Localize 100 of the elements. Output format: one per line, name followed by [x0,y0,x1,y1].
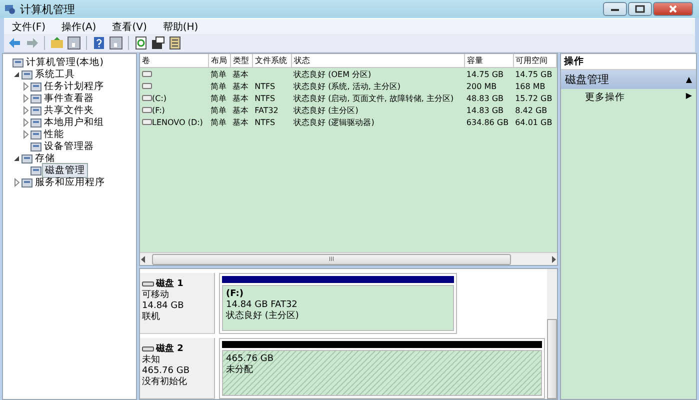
column-header[interactable]: 布局 [208,54,230,68]
menu-item[interactable]: 文件(F) [10,20,48,34]
scrollbar-thumb[interactable] [547,319,557,399]
collapsed-arrow-icon[interactable] [21,130,30,138]
column-header[interactable]: 容量 [464,54,514,68]
tree-item[interactable]: 计算机管理(本地) [24,56,106,68]
collapsed-arrow-icon[interactable] [21,106,30,114]
table-cell: 状态良好 (逻辑驱动器) [294,118,374,126]
tree-node-icon [30,116,42,128]
tree-item[interactable]: 系统工具 [33,68,77,80]
disk-name: 磁盘 2 [156,342,184,354]
action-section-title: 磁盘管理 [565,72,609,87]
menu-item[interactable]: 操作(A) [60,20,98,34]
table-cell: 48.83 GB [466,94,504,102]
column-header[interactable]: 状态 [292,54,464,68]
collapsed-arrow-icon[interactable] [21,82,30,90]
table-cell: 基本 [232,106,248,114]
tree-node-icon [30,128,42,140]
table-cell: 简单 [210,70,226,78]
table-cell: 状态良好 (主分区) [294,106,358,114]
scroll-right-icon[interactable] [551,256,557,262]
tree-item[interactable]: 任务计划程序 [42,80,106,92]
partition-block[interactable]: (F:) 14.84 GB FAT32 状态良好 (主分区) [222,285,454,331]
collapse-mark: ▲ [686,75,692,84]
actions-title: 操作 [561,54,696,70]
tree-item[interactable]: 事件查看器 [42,92,96,104]
collapsed-arrow-icon[interactable] [12,178,21,186]
disk-type: 可移动 [142,290,170,301]
menu-item[interactable]: 帮助(H) [160,20,200,34]
column-header[interactable]: 类型 [230,54,253,68]
expanded-arrow-icon[interactable] [12,70,21,78]
tree-item[interactable]: 性能 [42,128,66,140]
table-cell: 64.01 GB [515,118,552,126]
column-header[interactable]: 可用空间 [513,54,556,68]
panel-icon[interactable] [109,36,123,50]
table-cell: 简单 [210,94,226,102]
partition-size: 465.76 GB [226,354,275,364]
collapsed-arrow-icon[interactable] [21,118,30,126]
minimize-icon [610,6,620,12]
disk-status: 没有初始化 [142,377,188,388]
tree-item[interactable]: 本地用户和组 [42,116,106,128]
maximize-button[interactable] [628,2,652,16]
properties-icon[interactable] [151,36,165,50]
computer-icon [4,3,16,15]
table-cell: 简单 [210,106,226,114]
table-cell: 状态良好 (OEM 分区) [294,70,372,78]
expanded-arrow-icon[interactable] [12,154,21,162]
disk-name: 磁盘 1 [156,278,184,290]
table-cell: 200 MB [466,82,497,90]
tree-item[interactable]: 磁盘管理 [42,162,88,178]
disk-status: 联机 [142,312,161,323]
table-cell: (F:) [152,106,165,114]
action-item[interactable]: 更多操作 [585,91,625,104]
table-cell: 14.75 GB [515,70,552,78]
partition-status: 状态良好 (主分区) [226,311,300,322]
disk-size: 465.76 GB [142,366,191,376]
table-cell: NTFS [254,82,276,90]
column-header[interactable]: 卷 [140,54,208,68]
tree-node-icon [21,68,33,80]
refresh-icon[interactable] [134,36,148,50]
panel-icon[interactable] [67,36,81,50]
table-cell: 状态良好 (系统, 活动, 主分区) [294,82,401,90]
back-arrow-icon[interactable] [8,36,22,50]
table-cell: 基本 [232,94,248,102]
table-cell: 基本 [232,70,248,78]
column-header[interactable]: 文件系统 [252,54,292,68]
tree-node-icon [30,164,42,176]
tree-node-icon [30,140,42,152]
close-icon [668,5,678,13]
tree-item[interactable]: 存储 [33,152,57,164]
table-cell: LENOVO (D:) [152,118,203,126]
action-section-header[interactable]: 磁盘管理 ▲ [561,70,696,89]
table-cell: NTFS [254,118,276,126]
table-cell: 634.86 GB [466,118,509,126]
minimize-button[interactable] [603,2,627,16]
table-cell: 8.42 GB [515,106,548,114]
export-list-icon[interactable] [168,36,182,50]
table-cell: NTFS [254,94,276,102]
partition-status: 未分配 [226,365,254,376]
tree-item[interactable]: 服务和应用程序 [33,176,107,188]
table-cell: 15.72 GB [515,94,552,102]
table-cell: (C:) [152,94,167,102]
tree-node-icon [30,80,42,92]
menu-item[interactable]: 查看(V) [110,20,149,34]
tree-node-icon [21,152,33,164]
table-cell: 简单 [210,118,226,126]
close-button[interactable] [653,2,693,16]
table-cell: 简单 [210,82,226,90]
partition-block[interactable]: 465.76 GB 未分配 [222,350,542,396]
tree-item[interactable]: 设备管理器 [42,140,96,152]
table-cell: 状态良好 (启动, 页面文件, 故障转储, 主分区) [294,94,454,102]
folder-up-icon[interactable] [50,36,64,50]
table-cell: 基本 [232,118,248,126]
tree-node-icon [21,176,33,188]
tree-item[interactable]: 共享文件夹 [42,104,96,116]
table-cell: 14.75 GB [466,70,504,78]
table-cell: 14.83 GB [466,106,504,114]
help-icon[interactable] [92,36,106,50]
scroll-left-icon[interactable] [140,256,146,262]
collapsed-arrow-icon[interactable] [21,94,30,102]
